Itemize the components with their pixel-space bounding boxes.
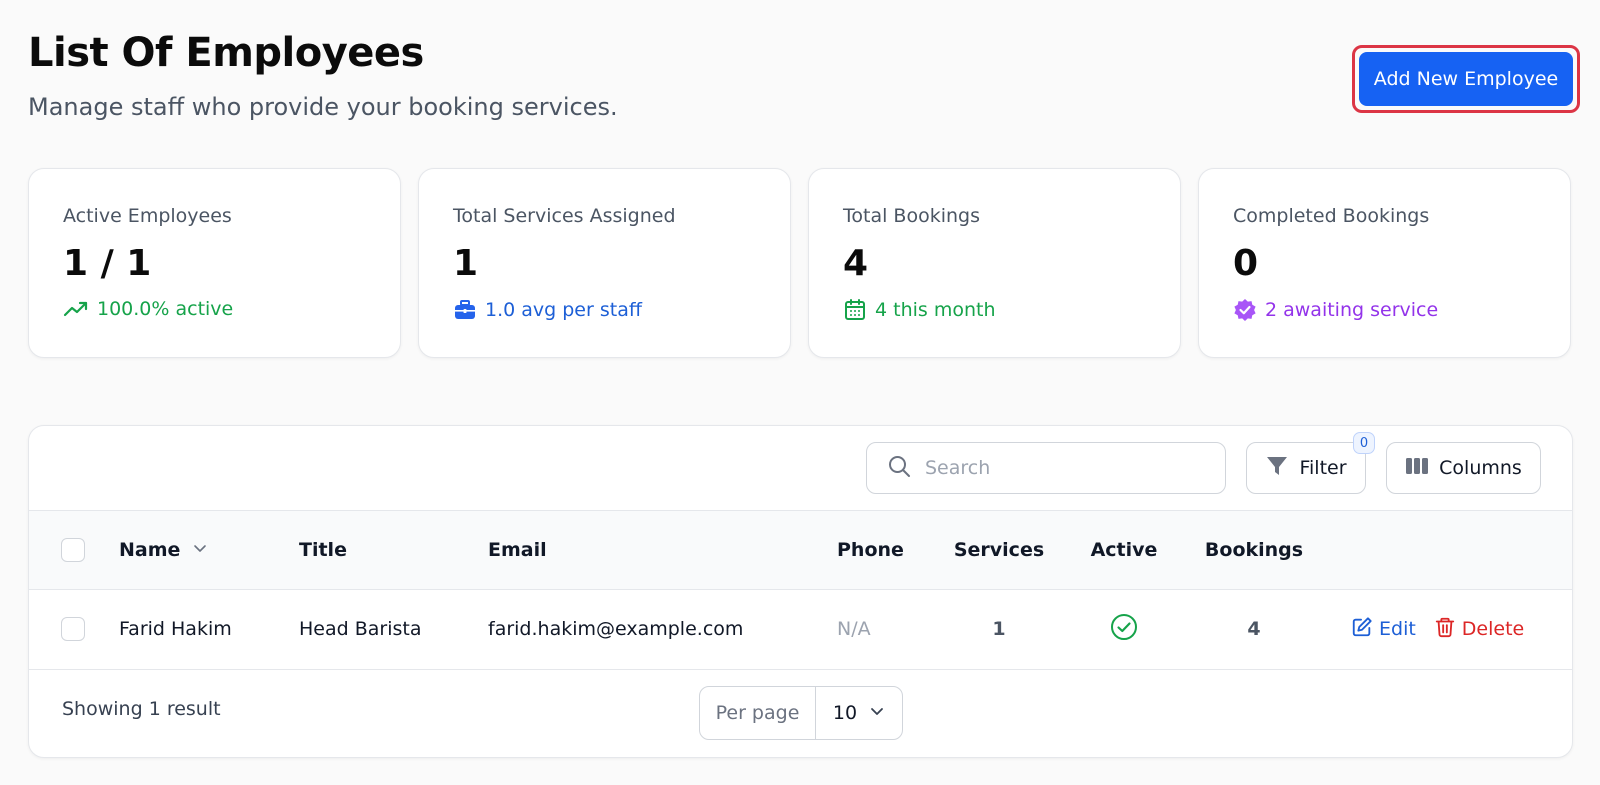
stat-value: 1 / 1	[63, 243, 152, 284]
per-page-select[interactable]: 10	[816, 687, 902, 739]
employee-phone: N/A	[837, 618, 871, 640]
filter-label: Filter	[1299, 457, 1347, 479]
stat-sub: 2 awaiting service	[1233, 298, 1438, 322]
stat-label: Total Bookings	[843, 205, 980, 227]
row-actions: Edit Delete	[1351, 590, 1524, 668]
search-box[interactable]	[866, 442, 1226, 494]
search-input[interactable]	[923, 456, 1207, 480]
stat-sub-text: 2 awaiting service	[1265, 299, 1439, 321]
employee-email: farid.hakim@example.com	[488, 618, 744, 640]
columns-label: Columns	[1439, 457, 1522, 479]
trash-icon	[1434, 616, 1456, 643]
row-checkbox[interactable]	[61, 617, 85, 641]
column-header-name[interactable]: Name	[119, 511, 208, 589]
per-page-value: 10	[832, 702, 858, 724]
page-title: List Of Employees	[28, 30, 424, 76]
columns-icon	[1405, 456, 1429, 481]
column-header-bookings: Bookings	[1204, 539, 1304, 561]
row-select-cell	[61, 590, 85, 668]
stat-value: 1	[453, 243, 479, 284]
showing-results-text: Showing 1 result	[62, 698, 221, 720]
chevron-down-icon	[869, 702, 885, 724]
stat-card-completed-bookings: Completed Bookings 0 2 awaiting service	[1198, 168, 1571, 358]
stat-label: Completed Bookings	[1233, 205, 1430, 227]
funnel-icon	[1265, 454, 1289, 483]
briefcase-icon	[453, 298, 477, 322]
employee-bookings: 4	[1247, 618, 1261, 640]
table-footer: Showing 1 result Per page 10	[29, 670, 1572, 757]
stat-value: 4	[843, 243, 869, 284]
table-row: Farid Hakim Head Barista farid.hakim@exa…	[29, 590, 1572, 670]
employee-active-cell	[1079, 590, 1169, 668]
stat-sub-text: 1.0 avg per staff	[485, 299, 642, 321]
pencil-icon	[1351, 616, 1373, 643]
column-header-services: Services	[953, 539, 1045, 561]
employee-services: 1	[992, 618, 1006, 640]
employee-name: Farid Hakim	[119, 618, 232, 640]
select-all-checkbox[interactable]	[61, 538, 85, 562]
column-header-label: Name	[119, 539, 181, 561]
stat-sub: 1.0 avg per staff	[453, 298, 642, 322]
stat-card-active-employees: Active Employees 1 / 1 100.0% active	[28, 168, 401, 358]
stat-sub: 100.0% active	[63, 298, 233, 320]
column-header-title: Title	[299, 539, 347, 561]
search-icon	[867, 454, 911, 482]
edit-label: Edit	[1379, 618, 1416, 640]
check-circle-icon	[1110, 613, 1138, 646]
calendar-icon	[843, 298, 867, 322]
delete-label: Delete	[1461, 618, 1525, 640]
delete-button[interactable]: Delete	[1434, 616, 1524, 643]
stat-sub-text: 4 this month	[875, 299, 996, 321]
per-page-control: Per page 10	[699, 686, 903, 740]
stat-label: Active Employees	[63, 205, 232, 227]
stat-card-total-services: Total Services Assigned 1 1.0 avg per st…	[418, 168, 791, 358]
table-header: Name Title Email Phone Services Active B…	[29, 510, 1572, 590]
stat-value: 0	[1233, 243, 1259, 284]
badge-check-icon	[1233, 298, 1257, 322]
per-page-label: Per page	[700, 687, 816, 739]
chevron-down-icon	[192, 539, 208, 561]
filter-button[interactable]: Filter	[1246, 442, 1366, 494]
column-header-email: Email	[488, 539, 547, 561]
employee-title: Head Barista	[299, 618, 422, 640]
employees-page: List Of Employees Manage staff who provi…	[0, 0, 1600, 785]
filter-count-badge: 0	[1353, 432, 1375, 454]
column-header-active: Active	[1090, 539, 1158, 561]
stat-sub: 4 this month	[843, 298, 996, 322]
add-new-employee-button[interactable]: Add New Employee	[1359, 52, 1573, 106]
stat-sub-text: 100.0% active	[97, 298, 234, 320]
stat-label: Total Services Assigned	[453, 205, 676, 227]
column-header-phone: Phone	[837, 539, 904, 561]
stat-card-total-bookings: Total Bookings 4 4 this month	[808, 168, 1181, 358]
trending-up-icon	[63, 299, 89, 319]
select-all-cell	[61, 511, 85, 589]
employees-table-card: Filter 0 Columns Name Title Email Phone …	[28, 425, 1573, 758]
page-subtitle: Manage staff who provide your booking se…	[28, 93, 618, 121]
columns-button[interactable]: Columns	[1386, 442, 1541, 494]
edit-button[interactable]: Edit	[1351, 616, 1416, 643]
